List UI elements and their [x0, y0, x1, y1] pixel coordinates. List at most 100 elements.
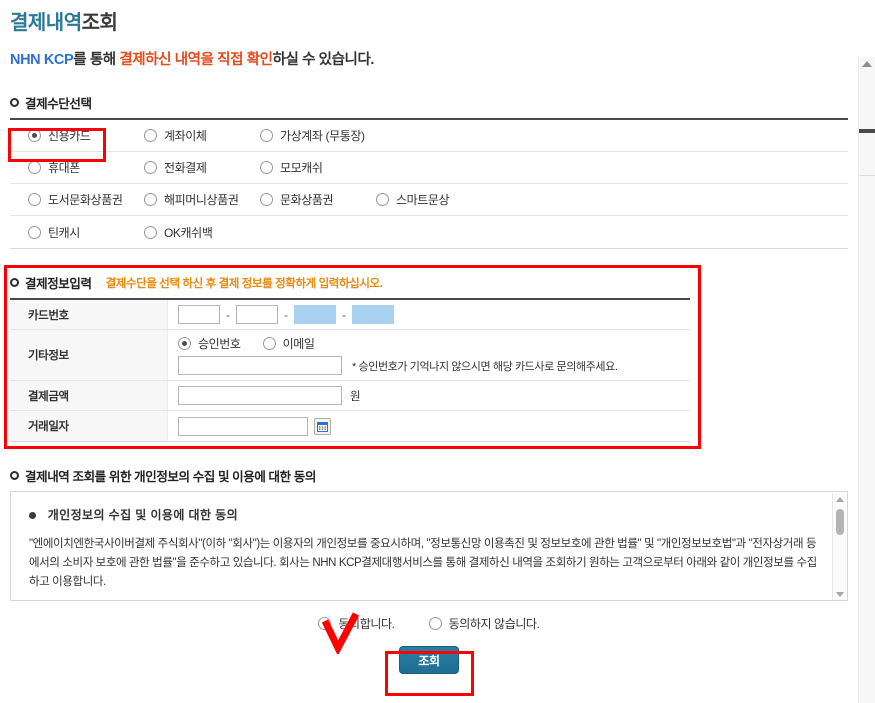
- consent-heading-label: 결제내역 조회를 위한 개인정보의 수집 및 이용에 대한 동의: [25, 470, 316, 484]
- bullet-icon: [10, 471, 19, 480]
- consent-scroll-box[interactable]: 개인정보의 수집 및 이용에 대한 동의 "엔에이치엔한국사이버결제 주식회사"…: [10, 491, 848, 601]
- consent-box-title-label: 개인정보의 수집 및 이용에 대한 동의: [47, 508, 239, 522]
- payment-option-mobile[interactable]: 휴대폰: [28, 159, 144, 176]
- payment-option-virtual-account[interactable]: 가상계좌 (무통장): [260, 127, 376, 144]
- etc-option-email[interactable]: 이메일: [262, 335, 315, 352]
- payment-option-label: 휴대폰: [48, 161, 80, 175]
- etc-option-label: 승인번호: [198, 337, 241, 351]
- scrollbar-thumb[interactable]: [859, 129, 875, 133]
- bullet-icon: [10, 278, 19, 287]
- radio-icon[interactable]: [428, 617, 442, 630]
- payment-method-row: 틴캐시 OK캐쉬백: [10, 216, 848, 248]
- consent-agreement-options: 동의합니다. 동의하지 않습니다.: [0, 615, 858, 632]
- card-number-input-2[interactable]: [236, 305, 278, 324]
- consent-scrollbar-thumb[interactable]: [836, 509, 844, 535]
- consent-heading: 결제내역 조회를 위한 개인정보의 수집 및 이용에 대한 동의: [10, 466, 858, 485]
- radio-icon[interactable]: [144, 161, 157, 174]
- payment-option-happymoney[interactable]: 해피머니상품권: [144, 191, 260, 208]
- radio-icon[interactable]: [318, 617, 332, 630]
- payment-option-label: 모모캐쉬: [280, 161, 323, 175]
- consent-box-title: 개인정보의 수집 및 이용에 대한 동의: [29, 506, 819, 523]
- card-number-separator: -: [284, 307, 288, 322]
- payment-option-culture-gift-card[interactable]: 문화상품권: [260, 191, 376, 208]
- payment-option-label: 가상계좌 (무통장): [280, 129, 365, 143]
- etc-info-input[interactable]: [178, 356, 342, 375]
- payment-option-label: 문화상품권: [280, 193, 334, 207]
- payment-option-phone[interactable]: 전화결제: [144, 159, 260, 176]
- payment-option-teencash[interactable]: 틴캐시: [28, 224, 144, 241]
- payment-info-form: 카드번호 - - - 기타정보 승인번호 이메일 * 승인번호가 기억나지 않으…: [10, 298, 690, 442]
- etc-info-label: 기타정보: [10, 330, 168, 380]
- payment-option-label: 신용카드: [48, 129, 91, 143]
- card-number-input-4[interactable]: [352, 305, 394, 324]
- payment-info-heading: 결제정보입력 결제수단을 선택 하신 후 결제 정보를 정확하게 입력하십시오.: [10, 273, 858, 292]
- consent-agree-label: 동의합니다.: [338, 617, 395, 631]
- scroll-down-arrow-icon[interactable]: [835, 592, 844, 597]
- payment-method-table: 신용카드 계좌이체 가상계좌 (무통장) 휴대폰 전화결제 모모캐쉬 도서문화상…: [10, 118, 848, 249]
- radio-icon[interactable]: [144, 225, 157, 239]
- subtitle-brand: NHN KCP: [10, 52, 74, 68]
- card-number-input-1[interactable]: [178, 305, 220, 324]
- card-number-separator: -: [342, 307, 346, 322]
- amount-input[interactable]: [178, 386, 342, 405]
- radio-icon[interactable]: [376, 193, 389, 206]
- payment-method-row: 신용카드 계좌이체 가상계좌 (무통장): [10, 120, 848, 152]
- card-number-inputs: - - -: [178, 305, 690, 324]
- radio-icon[interactable]: [28, 225, 41, 239]
- radio-icon[interactable]: [28, 193, 41, 206]
- etc-option-approval-number[interactable]: 승인번호: [178, 335, 241, 352]
- radio-icon[interactable]: [262, 337, 276, 350]
- etc-info-options: 승인번호 이메일: [178, 335, 690, 352]
- scroll-up-arrow-icon[interactable]: [835, 497, 844, 502]
- consent-agree-option[interactable]: 동의합니다.: [318, 615, 395, 632]
- transaction-date-input[interactable]: [178, 416, 308, 436]
- radio-icon[interactable]: [260, 161, 273, 174]
- payment-option-smart-munsang[interactable]: 스마트문상: [376, 191, 450, 208]
- card-number-input-3[interactable]: [294, 305, 336, 324]
- main-content: 결제내역조회 NHN KCP를 통해 결제하신 내역을 직접 확인하실 수 있습…: [0, 0, 858, 674]
- radio-icon[interactable]: [28, 161, 41, 174]
- payment-option-ok-cashbag[interactable]: OK캐쉬백: [144, 224, 260, 241]
- payment-option-label: 틴캐시: [48, 225, 80, 240]
- etc-option-label: 이메일: [282, 337, 315, 351]
- payment-option-momo-cash[interactable]: 모모캐쉬: [260, 159, 376, 176]
- card-number-row: 카드번호 - - -: [10, 300, 690, 330]
- amount-label: 결제금액: [10, 381, 168, 410]
- radio-icon[interactable]: [260, 193, 273, 206]
- payment-inquiry-page: 결제내역조회 NHN KCP를 통해 결제하신 내역을 직접 확인하실 수 있습…: [0, 0, 875, 703]
- payment-info-heading-label: 결제정보입력: [25, 277, 92, 291]
- radio-icon[interactable]: [28, 129, 41, 142]
- payment-method-heading-label: 결제수단선택: [25, 97, 92, 111]
- etc-info-hint: * 승인번호가 기억나지 않으시면 해당 카드사로 문의해주세요.: [352, 360, 618, 373]
- scrollbar-track-mark: [859, 175, 875, 176]
- search-submit-button[interactable]: 조회: [399, 646, 459, 674]
- radio-icon[interactable]: [260, 129, 273, 142]
- radio-icon[interactable]: [144, 129, 157, 142]
- bullet-icon: [10, 98, 19, 107]
- calendar-icon: [317, 421, 328, 432]
- consent-disagree-option[interactable]: 동의하지 않습니다.: [428, 615, 540, 632]
- payment-option-book-gift-card[interactable]: 도서문화상품권: [28, 191, 144, 208]
- scroll-up-arrow-icon[interactable]: [862, 61, 872, 67]
- card-number-label: 카드번호: [10, 300, 168, 329]
- payment-method-row: 휴대폰 전화결제 모모캐쉬: [10, 152, 848, 184]
- payment-option-label: 도서문화상품권: [48, 193, 123, 207]
- payment-option-credit-card[interactable]: 신용카드: [28, 127, 144, 144]
- radio-icon[interactable]: [178, 337, 191, 350]
- payment-option-label: 계좌이체: [164, 129, 207, 143]
- payment-option-bank-transfer[interactable]: 계좌이체: [144, 127, 260, 144]
- consent-box-text: "엔에이치엔한국사이버결제 주식회사"(이하 "회사")는 이용자의 개인정보를…: [29, 538, 817, 588]
- amount-row: 결제금액 원: [10, 381, 690, 411]
- subtitle-end: 하실 수 있습니다.: [272, 52, 375, 68]
- page-title: 결제내역조회: [10, 12, 858, 34]
- payment-option-label: 해피머니상품권: [164, 193, 239, 207]
- calendar-picker-button[interactable]: [314, 417, 331, 435]
- consent-scrollbar[interactable]: [832, 493, 846, 600]
- page-scrollbar[interactable]: [858, 57, 875, 703]
- page-title-accent: 결제내역: [10, 12, 82, 34]
- payment-option-label: 전화결제: [164, 161, 207, 175]
- amount-unit: 원: [350, 390, 361, 403]
- radio-icon[interactable]: [144, 193, 157, 206]
- transaction-date-label: 거래일자: [10, 411, 168, 441]
- etc-info-row: 기타정보 승인번호 이메일 * 승인번호가 기억나지 않으시면 해당 카드사로 …: [10, 330, 690, 381]
